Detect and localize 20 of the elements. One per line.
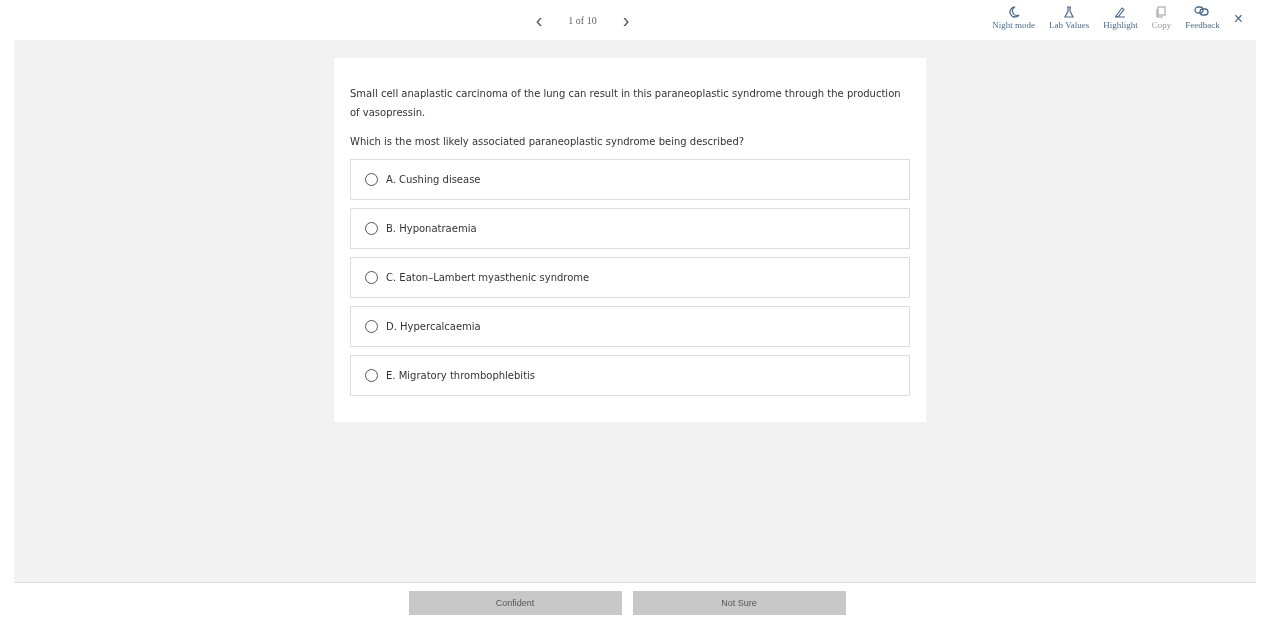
moon-icon <box>1007 6 1020 18</box>
toolbar-button[interactable]: Night mode <box>992 6 1036 30</box>
page-counter: 1 of 10 <box>568 14 597 26</box>
answer-option[interactable]: A. Cushing disease <box>350 159 910 200</box>
answer-option[interactable]: D. Hypercalcaemia <box>350 306 910 347</box>
pen-icon <box>1114 6 1127 18</box>
chat-icon <box>1194 6 1211 18</box>
close-button[interactable]: × <box>1233 10 1243 28</box>
answer-option[interactable]: B. Hyponatraemia <box>350 208 910 249</box>
answer-option[interactable]: E. Migratory thrombophlebitis <box>350 355 910 396</box>
question-prompt: Which is the most likely associated paraneoplastic syndrome being described? <box>350 136 746 147</box>
toolbar-button[interactable]: Feedback <box>1185 6 1220 30</box>
answer-option[interactable]: C. Eaton–Lambert myasthenic syndrome <box>350 257 910 298</box>
previous-button[interactable]: ‹ <box>531 10 547 30</box>
flask-icon <box>1063 6 1076 18</box>
next-button[interactable]: › <box>618 10 634 30</box>
toolbar-button[interactable]: Lab Values <box>1049 6 1090 30</box>
question-text: Small cell anaplastic carcinoma of the lung can result in this paraneoplastic syndrome through the production of vasopressin. <box>350 87 902 120</box>
copy-icon <box>1155 6 1168 18</box>
toolbar-button[interactable]: Highlight <box>1103 6 1138 30</box>
